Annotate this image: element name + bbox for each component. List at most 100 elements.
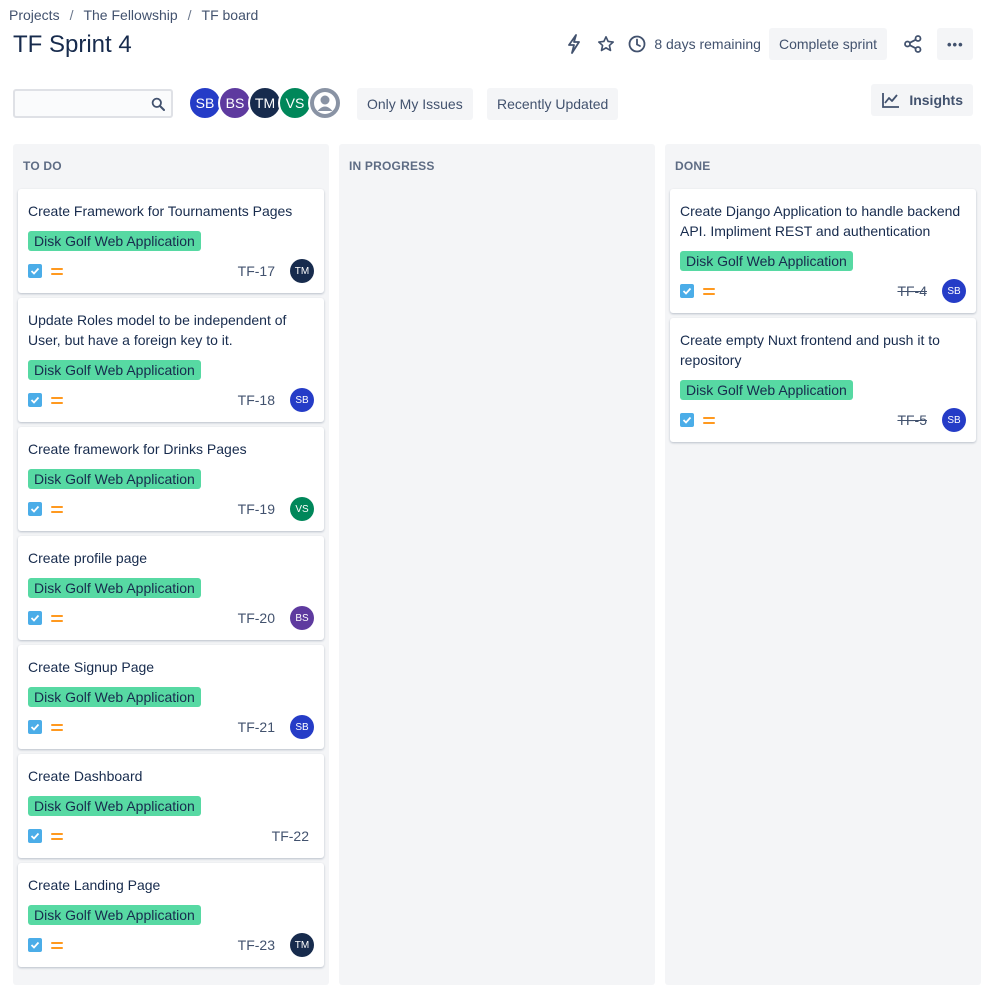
column-title: TO DO [23,159,62,173]
search-input[interactable] [15,91,143,116]
issue-key[interactable]: TF-23 [238,937,275,953]
board-columns: TO DO Create Framework for Tournaments P… [13,144,981,985]
column-title: DONE [675,159,711,173]
priority-medium-icon [51,502,63,516]
breadcrumb-projects[interactable]: Projects [9,7,60,23]
avatar-filter-sb[interactable]: SB [188,86,222,120]
issue-card[interactable]: Create Dashboard Disk Golf Web Applicati… [18,754,324,858]
avatar-initials: VS [285,95,305,111]
epic-label: Disk Golf Web Application [680,251,853,271]
card-footer: TF-19 VS [28,497,314,521]
avatar-filter-tm[interactable]: TM [248,86,282,120]
issue-card[interactable]: Update Roles model to be independent of … [18,298,324,422]
breadcrumb-board[interactable]: TF board [202,7,259,23]
card-list: Create Framework for Tournaments Pages D… [18,189,324,972]
breadcrumb-project[interactable]: The Fellowship [83,7,177,23]
only-my-issues-button[interactable]: Only My Issues [357,88,473,120]
insights-button[interactable]: Insights [871,84,973,116]
checkbox-icon [28,502,42,516]
user-filter-avatars: SB BS TM VS [188,86,342,120]
more-label: ••• [947,36,964,52]
share-icon [904,35,922,53]
issue-key[interactable]: TF-20 [238,610,275,626]
issue-key[interactable]: TF-4 [897,283,927,299]
assignee-avatar[interactable]: SB [942,408,966,432]
avatar-initials: BS [225,95,245,111]
checkbox-icon [28,611,42,625]
avatar-filter-bs[interactable]: BS [218,86,252,120]
card-footer: TF-4 SB [680,279,966,303]
avatar-initials: TM [254,95,276,111]
checkbox-icon [680,284,694,298]
card-summary: Create Django Application to handle back… [680,203,961,239]
column-title: IN PROGRESS [349,159,435,173]
assignee-avatar[interactable]: SB [290,715,314,739]
star-icon [598,35,615,52]
card-footer: TF-18 SB [28,388,314,412]
epic-label: Disk Golf Web Application [680,380,853,400]
share-button[interactable] [897,28,929,60]
column-done: DONE Create Django Application to handle… [665,144,981,985]
checkbox-icon [28,938,42,952]
priority-medium-icon [703,413,715,427]
lightning-icon [568,34,581,54]
search-box[interactable] [13,89,173,118]
issue-key[interactable]: TF-17 [238,263,275,279]
assignee-avatar[interactable]: TM [290,259,314,283]
avatar-initials: SB [195,95,215,111]
priority-medium-icon [51,829,63,843]
complete-sprint-button[interactable]: Complete sprint [768,28,887,60]
recently-updated-button[interactable]: Recently Updated [487,88,619,120]
card-summary: Create Signup Page [28,659,155,675]
card-footer: TF-20 BS [28,606,314,630]
issue-card[interactable]: Create empty Nuxt frontend and push it t… [670,318,976,442]
epic-label: Disk Golf Web Application [28,905,201,925]
page-title: TF Sprint 4 [13,31,132,58]
card-list: Create Django Application to handle back… [670,189,976,447]
checkbox-icon [28,264,42,278]
issue-key[interactable]: TF-5 [897,412,927,428]
issue-card[interactable]: Create framework for Drinks Pages Disk G… [18,427,324,531]
issue-key[interactable]: TF-21 [238,719,275,735]
user-placeholder-icon [314,92,336,114]
card-footer: TF-21 SB [28,715,314,739]
issue-key[interactable]: TF-18 [238,392,275,408]
chart-line-icon [882,93,900,108]
epic-label: Disk Golf Web Application [28,687,201,707]
breadcrumb-separator: / [187,7,192,23]
more-button[interactable]: ••• [937,28,973,60]
assignee-avatar[interactable]: TM [290,933,314,957]
issue-card[interactable]: Create Framework for Tournaments Pages D… [18,189,324,293]
checkbox-icon [680,413,694,427]
checkbox-icon [28,720,42,734]
card-footer: TF-17 TM [28,259,314,283]
assignee-avatar[interactable]: SB [290,388,314,412]
card-summary: Create Landing Page [28,877,161,893]
issue-key[interactable]: TF-19 [238,501,275,517]
insights-label: Insights [909,92,963,108]
avatar-filter-vs[interactable]: VS [278,86,312,120]
card-summary: Create framework for Drinks Pages [28,441,247,457]
epic-label: Disk Golf Web Application [28,360,201,380]
assignee-avatar[interactable]: BS [290,606,314,630]
card-summary: Update Roles model to be independent of … [28,312,287,348]
automation-button[interactable] [558,28,590,60]
card-footer: TF-23 TM [28,933,314,957]
epic-label: Disk Golf Web Application [28,578,201,598]
clock-icon [628,35,646,53]
issue-card[interactable]: Create profile page Disk Golf Web Applic… [18,536,324,640]
avatar-filter-unassigned[interactable] [308,86,342,120]
issue-card[interactable]: Create Landing Page Disk Golf Web Applic… [18,863,324,967]
assignee-avatar[interactable]: VS [290,497,314,521]
issue-key[interactable]: TF-22 [272,828,309,844]
days-remaining: 8 days remaining [628,35,761,53]
search-icon [151,97,165,111]
assignee-avatar[interactable]: SB [942,279,966,303]
star-button[interactable] [590,28,622,60]
issue-card[interactable]: Create Django Application to handle back… [670,189,976,313]
priority-medium-icon [51,393,63,407]
priority-medium-icon [51,264,63,278]
issue-card[interactable]: Create Signup Page Disk Golf Web Applica… [18,645,324,749]
card-summary: Create profile page [28,550,148,566]
breadcrumb: Projects / The Fellowship / TF board [9,7,258,23]
